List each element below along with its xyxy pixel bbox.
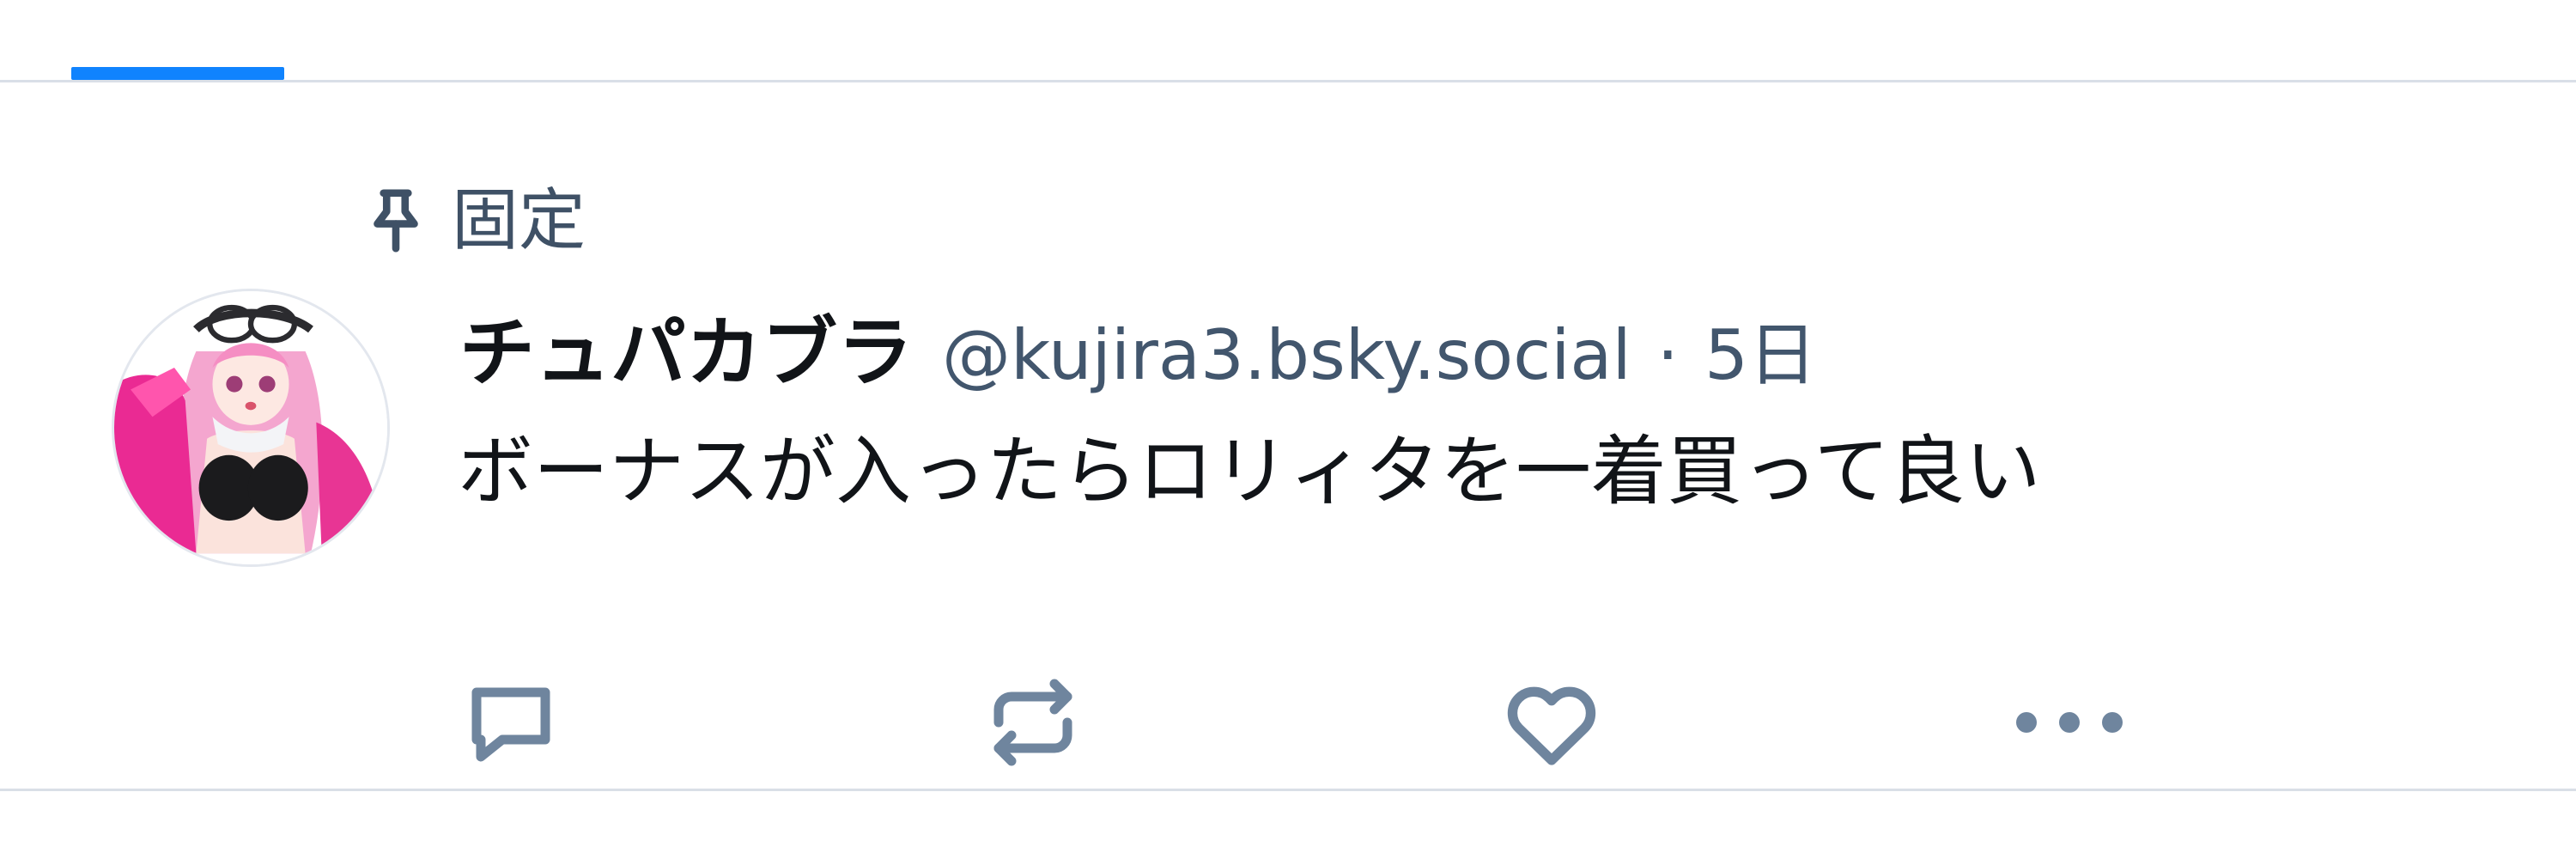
author-handle[interactable]: @kujira3.bsky.social (942, 315, 1631, 395)
profile-tab-bar (0, 0, 2576, 82)
pinned-post[interactable]: 固定 チュパカブラ @kujira3.bsky.social · 5日 ボーナス… (0, 82, 2576, 791)
meta-separator: · (1656, 315, 1680, 395)
repost-icon (981, 671, 1084, 774)
avatar[interactable] (112, 289, 390, 567)
pinned-indicator: 固定 (359, 182, 586, 259)
repost-button[interactable] (977, 667, 1089, 778)
profile-feed: 固定 チュパカブラ @kujira3.bsky.social · 5日 ボーナス… (0, 0, 2576, 859)
active-tab-indicator (71, 67, 284, 80)
more-options-button[interactable] (2014, 667, 2125, 778)
pinned-label: 固定 (452, 182, 586, 259)
reply-icon (459, 671, 562, 774)
author-display-name[interactable]: チュパカブラ (459, 292, 913, 401)
avatar-image (114, 291, 387, 564)
post-timestamp[interactable]: 5日 (1704, 300, 1817, 399)
heart-icon (1498, 669, 1605, 776)
like-button[interactable] (1496, 667, 1607, 778)
pin-icon (359, 184, 433, 258)
reply-button[interactable] (455, 667, 567, 778)
more-options-icon (2009, 705, 2129, 740)
post-actions (455, 667, 2172, 778)
post-text: ボーナスが入ったらロリィタを一着買って良い (458, 427, 2041, 515)
post-meta: チュパカブラ @kujira3.bsky.social · 5日 (459, 292, 1817, 397)
